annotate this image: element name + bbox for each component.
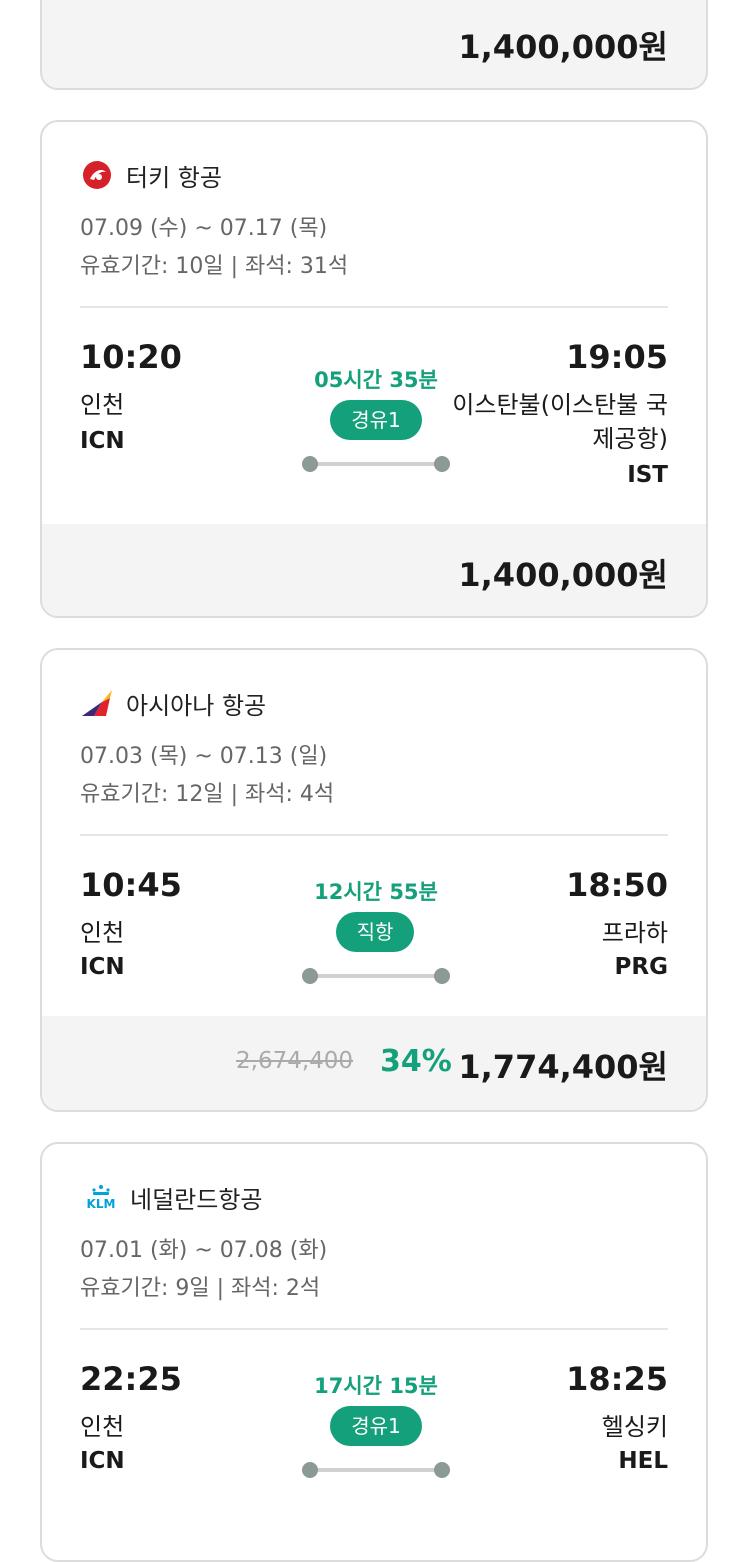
validity-seats: 유효기간: 9일 | 좌석: 2석: [80, 1276, 321, 1301]
airline-name: 아시아나 항공: [126, 691, 267, 720]
stops-badge: 경유1: [330, 1406, 422, 1446]
arrival-time: 18:25: [566, 1360, 668, 1398]
stops-badge: 직항: [336, 912, 414, 952]
route-line: [302, 1462, 450, 1478]
svg-text:KLM: KLM: [87, 1197, 116, 1210]
destination-dot: [434, 456, 450, 472]
asiana-airlines-logo-icon: [80, 686, 114, 720]
route-line: [302, 456, 450, 472]
validity-seats: 유효기간: 12일 | 좌석: 4석: [80, 782, 335, 807]
airline-name: 터키 항공: [126, 163, 222, 192]
departure-code: ICN: [80, 428, 125, 454]
arrival-city: 헬싱키: [601, 1413, 668, 1441]
price: 1,774,400원: [458, 1048, 668, 1086]
departure-city: 인천: [80, 919, 125, 947]
stops-badge: 경유1: [330, 400, 422, 440]
divider: [80, 834, 668, 836]
travel-dates: 07.01 (화) ~ 07.08 (화): [80, 1238, 328, 1263]
arrival-code: PRG: [614, 954, 668, 980]
flight-card[interactable]: KLM 네덜란드항공 07.01 (화) ~ 07.08 (화) 유효기간: 9…: [40, 1142, 708, 1562]
arrival-city: 이스탄불(이스탄불 국 제공항): [452, 388, 668, 456]
flight-card-partial[interactable]: 1,400,000원: [40, 0, 708, 90]
turkish-airlines-logo-icon: [80, 158, 114, 192]
travel-dates: 07.03 (목) ~ 07.13 (일): [80, 744, 328, 769]
origin-dot: [302, 456, 318, 472]
flight-card[interactable]: 터키 항공 07.09 (수) ~ 07.17 (목) 유효기간: 10일 | …: [40, 120, 708, 618]
arrival-code: HEL: [618, 1448, 668, 1474]
departure-code: ICN: [80, 1448, 125, 1474]
price: 1,400,000원: [458, 556, 668, 594]
destination-dot: [434, 968, 450, 984]
divider: [80, 306, 668, 308]
arrival-city-line1: 이스탄불(이스탄불 국: [452, 391, 668, 419]
validity-seats: 유효기간: 10일 | 좌석: 31석: [80, 254, 349, 279]
travel-dates: 07.09 (수) ~ 07.17 (목): [80, 216, 328, 241]
arrival-time: 18:50: [566, 866, 668, 904]
price-bar: 2,674,400 34% 1,774,400원: [42, 1016, 706, 1110]
price-bar: 1,400,000원: [42, 524, 706, 616]
origin-dot: [302, 1462, 318, 1478]
price: 1,400,000원: [458, 28, 668, 66]
arrival-time: 19:05: [566, 338, 668, 376]
divider: [80, 1328, 668, 1330]
airline-name: 네덜란드항공: [130, 1185, 263, 1214]
departure-city: 인천: [80, 1413, 125, 1441]
arrival-city: 프라하: [601, 919, 668, 947]
airline-header: KLM 네덜란드항공: [80, 1180, 262, 1214]
discount-rate: 34%: [380, 1044, 452, 1079]
flight-card[interactable]: 아시아나 항공 07.03 (목) ~ 07.13 (일) 유효기간: 12일 …: [40, 648, 708, 1112]
klm-logo-icon: KLM: [80, 1180, 122, 1214]
arrival-city-line2: 제공항): [592, 425, 668, 453]
airline-header: 터키 항공: [80, 158, 222, 192]
airline-header: 아시아나 항공: [80, 686, 266, 720]
origin-dot: [302, 968, 318, 984]
destination-dot: [434, 1462, 450, 1478]
arrival-code: IST: [627, 462, 668, 488]
departure-code: ICN: [80, 954, 125, 980]
original-price: 2,674,400: [236, 1048, 354, 1074]
route-line: [302, 968, 450, 984]
